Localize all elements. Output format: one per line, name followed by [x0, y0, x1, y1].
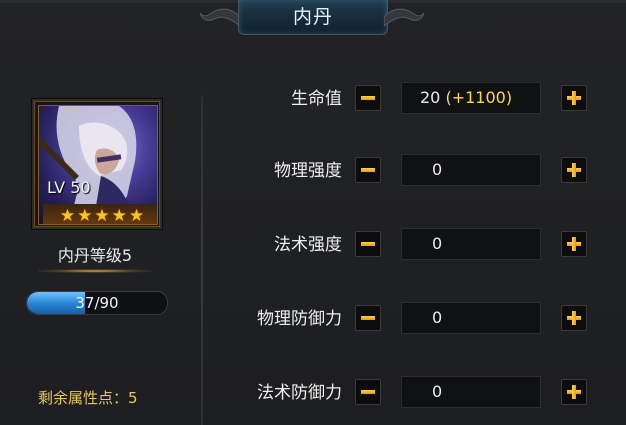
ornament-left-icon	[199, 8, 240, 27]
stat-value-base: 20	[420, 88, 441, 107]
stat-label: 生命值	[291, 89, 342, 109]
stat-label: 法术强度	[274, 235, 342, 255]
increase-button[interactable]	[561, 157, 587, 183]
stat-value: 20 (+1100)	[420, 83, 512, 113]
stat-row-phys-def: 物理防御力 0	[210, 302, 610, 336]
stat-value-bonus: (+1100)	[445, 88, 513, 107]
hero-portrait: LV 50 ★ ★ ★ ★ ★	[38, 105, 158, 225]
minus-icon	[361, 316, 375, 320]
stat-row-phys-str: 物理强度 0	[210, 154, 610, 188]
increase-button[interactable]	[561, 379, 587, 405]
hero-level-label: LV 50	[47, 178, 91, 197]
minus-icon	[361, 242, 375, 246]
plus-icon	[572, 237, 576, 251]
stat-value-box: 0	[401, 376, 541, 408]
stat-value: 0	[432, 160, 443, 179]
title-banner: 内丹	[196, 0, 428, 36]
exp-progress-bar: 37/90	[26, 291, 168, 315]
plus-icon	[572, 311, 576, 325]
stat-value-box: 0	[401, 302, 541, 334]
exp-progress-text: 37/90	[75, 294, 119, 312]
decrease-button[interactable]	[355, 305, 381, 331]
stat-row-magic-str: 法术强度 0	[210, 228, 610, 262]
stat-row-hp: 生命值 20 (+1100)	[210, 82, 610, 116]
plus-icon	[572, 91, 576, 105]
hero-portrait-frame[interactable]: LV 50 ★ ★ ★ ★ ★	[32, 99, 162, 229]
stat-label: 物理防御力	[257, 309, 342, 329]
plus-icon	[572, 385, 576, 399]
hero-star-rating: ★ ★ ★ ★ ★	[43, 204, 157, 225]
increase-button[interactable]	[561, 305, 587, 331]
decrease-button[interactable]	[355, 157, 381, 183]
star-icon: ★	[94, 206, 110, 225]
neidan-level-label: 内丹等级5	[57, 246, 133, 265]
stat-value: 0	[432, 234, 443, 253]
star-icon: ★	[111, 206, 127, 225]
remaining-points-label: 剩余属性点：5	[38, 389, 138, 407]
neidan-panel: 内丹 LV 50 ★ ★ ★ ★ ★ 内丹等级5 37/90 剩余属性点：5 生…	[0, 0, 626, 425]
increase-button[interactable]	[561, 85, 587, 111]
column-divider	[201, 95, 203, 425]
neidan-level-glow	[38, 269, 152, 273]
stat-label: 法术防御力	[257, 383, 342, 403]
star-icon: ★	[59, 206, 76, 225]
decrease-button[interactable]	[355, 231, 381, 257]
decrease-button[interactable]	[355, 85, 381, 111]
stat-value: 0	[432, 382, 443, 401]
minus-icon	[361, 390, 375, 394]
minus-icon	[361, 96, 375, 100]
stat-value-box: 0	[401, 154, 541, 186]
increase-button[interactable]	[561, 231, 587, 257]
star-icon: ★	[77, 206, 93, 225]
star-icon: ★	[128, 206, 145, 225]
stat-value-box: 20 (+1100)	[401, 82, 541, 114]
stat-value-box: 0	[401, 228, 541, 260]
stat-value: 0	[432, 308, 443, 327]
minus-icon	[361, 168, 375, 172]
decrease-button[interactable]	[355, 379, 381, 405]
stat-label: 物理强度	[274, 161, 342, 181]
page-title: 内丹	[292, 6, 333, 28]
ornament-right-icon	[384, 8, 425, 27]
plus-icon	[572, 163, 576, 177]
stat-row-magic-def: 法术防御力 0	[210, 376, 610, 410]
